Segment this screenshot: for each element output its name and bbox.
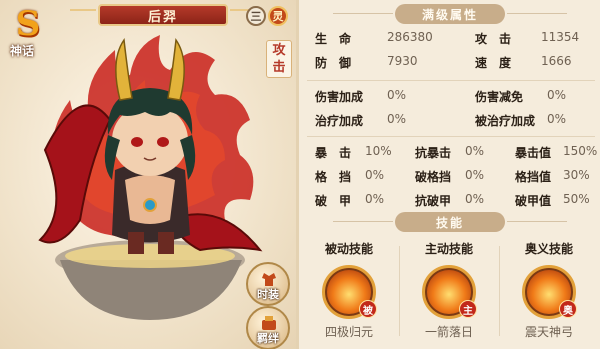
stat-row-6: 格 挡 0% 破格挡 0% 格挡值 30% [307, 168, 597, 190]
heal-bonus-label: 治疗加成 [315, 114, 364, 128]
stat-row-1: 生 命 286380 攻 击 11354 [307, 30, 597, 52]
pen-res-value: 0% [465, 192, 485, 206]
stat-row-7: 破 甲 0% 抗破甲 0% 破甲值 50% [307, 192, 597, 214]
dmg-reduce-label: 伤害减免 [475, 90, 524, 104]
spd-label: 速 度 [475, 56, 512, 70]
pen-val-label: 破甲值 [515, 194, 552, 208]
hp-label: 生 命 [315, 32, 352, 46]
atk-value: 11354 [541, 30, 580, 44]
crit-dmg-value: 150% [563, 144, 598, 158]
crit-res-value: 0% [465, 144, 485, 158]
passive-skill[interactable]: 被动技能 被 四极归元 [299, 236, 399, 346]
active-skill-type: 主动技能 [424, 242, 473, 256]
block-label: 格 挡 [315, 170, 352, 184]
horn-left [115, 37, 133, 101]
ultimate-skill-icon[interactable]: 奥 [522, 265, 577, 319]
spd-value: 1666 [541, 54, 572, 68]
active-tag: 主 [459, 300, 477, 318]
stat-row-4: 治疗加成 0% 被治疗加成 0% [307, 112, 597, 134]
dmg-bonus-value: 0% [387, 88, 407, 102]
stat-row-3: 伤害加成 0% 伤害减免 0% [307, 88, 597, 110]
crit-res-label: 抗暴击 [415, 146, 452, 160]
block-break-label: 破格挡 [415, 170, 452, 184]
crit-label: 暴 击 [315, 146, 352, 160]
healed-bonus-label: 被治疗加成 [475, 114, 536, 128]
crit-value: 10% [365, 144, 392, 158]
atk-label: 攻 击 [475, 32, 512, 46]
dmg-reduce-value: 0% [547, 88, 567, 102]
info-panel: 满级属性 生 命 286380 攻 击 11354 防 御 7930 速 度 1… [296, 0, 600, 349]
healed-bonus-value: 0% [547, 112, 567, 126]
passive-tag: 被 [359, 300, 377, 318]
ultimate-skill[interactable]: 奥义技能 奥 震天神弓 [499, 236, 599, 346]
dmg-bonus-label: 伤害加成 [315, 90, 364, 104]
pen-val-value: 50% [563, 192, 590, 206]
def-label: 防 御 [315, 56, 352, 70]
pen-label: 破 甲 [315, 194, 352, 208]
passive-skill-name: 四极归元 [324, 325, 373, 339]
heal-bonus-value: 0% [387, 112, 407, 126]
bond-icon [262, 316, 276, 330]
pen-res-label: 抗破甲 [415, 194, 452, 208]
bond-button[interactable]: 羁绊 [246, 306, 290, 349]
block-val-label: 格挡值 [515, 170, 552, 184]
element-icon: 灵 [268, 6, 288, 26]
block-value: 0% [365, 168, 385, 182]
passive-skill-type: 被动技能 [324, 242, 373, 256]
stat-row-2: 防 御 7930 速 度 1666 [307, 54, 597, 76]
active-skill-name: 一箭落日 [424, 325, 473, 339]
ultimate-skill-name: 震天神弓 [524, 325, 573, 339]
attributes-title: 满级属性 [333, 4, 567, 24]
ultimate-skill-type: 奥义技能 [524, 242, 573, 256]
def-value: 7930 [387, 54, 418, 68]
fashion-label: 时装 [257, 288, 279, 301]
active-skill-icon[interactable]: 主 [422, 265, 477, 319]
crit-dmg-label: 暴击值 [515, 146, 552, 160]
skills-title: 技能 [333, 212, 567, 232]
block-break-value: 0% [465, 168, 485, 182]
ultimate-tag: 奥 [559, 300, 577, 318]
divider [307, 136, 595, 137]
passive-skill-icon[interactable]: 被 [322, 265, 377, 319]
hp-value: 286380 [387, 30, 433, 44]
fashion-button[interactable]: 时装 [246, 262, 290, 306]
block-val-value: 30% [563, 168, 590, 182]
stat-row-5: 暴 击 10% 抗暴击 0% 暴击值 150% [307, 144, 597, 166]
divider [307, 80, 595, 81]
hero-art-panel: S 神话 后羿 三 灵 攻击 时装 羁绊 [0, 0, 300, 349]
pen-value: 0% [365, 192, 385, 206]
hero-illustration [38, 35, 263, 320]
active-skill[interactable]: 主动技能 主 一箭落日 [399, 236, 499, 346]
bond-label: 羁绊 [257, 332, 279, 345]
wardrobe-icon [262, 273, 276, 286]
